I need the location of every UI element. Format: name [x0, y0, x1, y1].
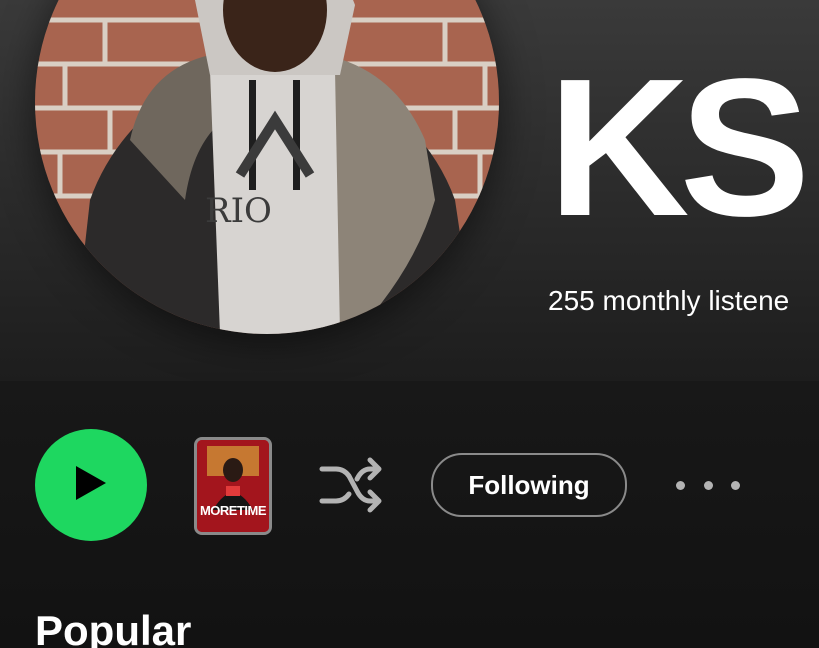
artist-avatar: RIO	[35, 0, 499, 334]
action-bar: MORETIME Following Popular	[0, 381, 819, 648]
popular-section-title: Popular	[35, 607, 192, 648]
more-options-icon	[703, 480, 713, 490]
artist-name: KS	[548, 38, 810, 257]
artist-header: RIO KS 255 monthly listene	[0, 0, 819, 381]
release-title: MORETIME	[199, 503, 267, 518]
play-button[interactable]	[35, 429, 147, 541]
following-button[interactable]: Following	[431, 453, 627, 517]
more-options-button[interactable]	[676, 469, 740, 501]
shuffle-icon	[318, 457, 386, 519]
more-options-icon	[731, 480, 740, 490]
shuffle-button[interactable]	[318, 455, 386, 515]
release-preview-thumbnail[interactable]: MORETIME	[194, 437, 272, 535]
artist-page: RIO KS 255 monthly listene MORETIME Foll…	[0, 0, 819, 648]
more-options-icon	[676, 480, 685, 490]
monthly-listeners: 255 monthly listene	[548, 285, 790, 316]
svg-text:RIO: RIO	[205, 191, 272, 231]
play-icon	[74, 464, 108, 507]
